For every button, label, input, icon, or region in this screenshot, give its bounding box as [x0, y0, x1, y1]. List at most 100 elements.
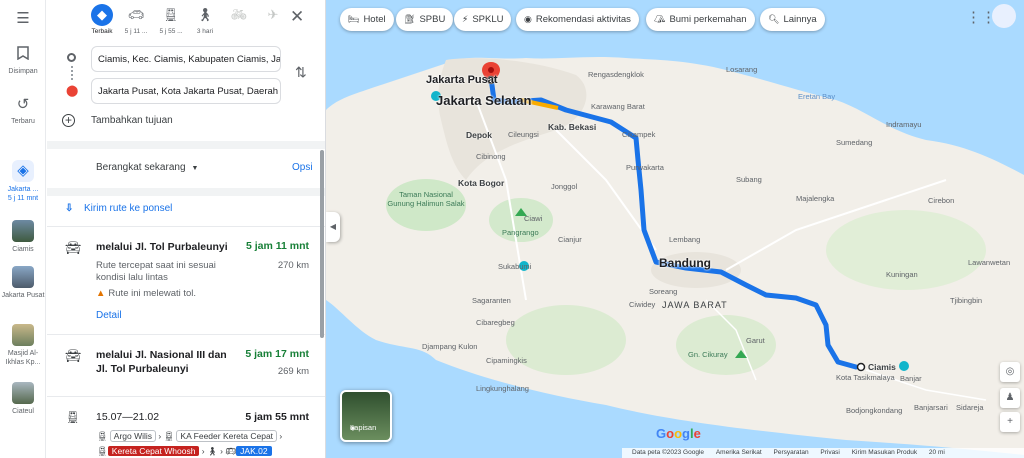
chip-gas[interactable]: ⛽︎ SPBU — [396, 8, 454, 31]
footer-scale[interactable]: 20 mi — [929, 449, 945, 456]
map-label: Bandung — [659, 256, 711, 270]
route-title: melalui Jl. Tol Purbaleunyi — [96, 241, 228, 253]
history-icon: ↺ — [16, 96, 30, 113]
map-label: Jakarta Pusat — [426, 74, 498, 86]
mode-transit[interactable]: 🚆︎ 5 j 55 ... — [154, 4, 188, 35]
saved-button[interactable]: Disimpan — [0, 46, 46, 76]
transit-option[interactable]: 🚆︎ 15.07—21.02 5 jam 55 mnt 🚆︎ Argo Wilis… — [47, 406, 325, 458]
map-label: Sukabumi — [498, 262, 532, 271]
mode-walk[interactable]: 🚶︎ 3 hari — [188, 4, 222, 35]
collapse-panel-button[interactable]: ◀ — [326, 212, 340, 242]
map-label: Pangrango — [502, 228, 539, 237]
transit-time: 15.07—21.02 — [96, 411, 160, 423]
layers-button[interactable]: ◈ Lapisan — [340, 390, 392, 442]
recent-item-jakarta[interactable]: Jakarta Pusat — [0, 266, 46, 300]
chip-campground[interactable]: ⛺︎ Bumi perkemahan — [646, 8, 755, 31]
route-distance: 270 km — [277, 260, 309, 271]
map-label: Bodjongkondang — [846, 406, 903, 415]
map-label: Majalengka — [796, 194, 835, 203]
train-icon: 🚆︎ — [162, 7, 180, 22]
footer-terms[interactable]: Persyaratan — [774, 449, 809, 456]
recent-item-active[interactable]: ◈ Jakarta ... 5 j 11 mnt — [0, 160, 46, 203]
destination-input[interactable]: Jakarta Pusat, Kota Jakarta Pusat, Daera… — [91, 78, 281, 104]
place-thumbnail — [12, 266, 34, 288]
map-label: Lembang — [669, 235, 701, 244]
route-dots — [71, 66, 73, 80]
divider — [47, 334, 325, 335]
map-label: JAWA BARAT — [662, 300, 728, 310]
map-label: Subang — [736, 175, 762, 184]
recent-label-2: Masjid Al-Ikhlas Kp... — [5, 350, 41, 366]
saved-label: Disimpan — [8, 68, 38, 75]
warning-icon: ▲ — [96, 288, 106, 299]
pegman-button[interactable]: ♟ — [1000, 388, 1020, 408]
active-sub: 5 j 11 mnt — [7, 195, 39, 202]
map-label: Sumedang — [836, 138, 873, 147]
footer-privacy[interactable]: Privasi — [820, 449, 840, 456]
chip-activities[interactable]: ◉ Rekomendasi aktivitas — [516, 8, 639, 31]
footer-feedback[interactable]: Kirim Masukan Produk — [852, 449, 917, 456]
depart-time-select[interactable]: Berangkat sekarang ▼ — [96, 162, 198, 173]
car-icon: 🚗︎ — [127, 7, 145, 22]
origin-input[interactable]: Ciamis, Kec. Ciamis, Kabupaten Ciamis, J… — [91, 46, 281, 72]
menu-button[interactable]: ☰ — [0, 10, 46, 31]
footer-copyright: Data peta ©2023 Google — [632, 449, 705, 456]
toll-warning: ▲ Rute ini melewati tol. — [96, 288, 197, 299]
chip-ev[interactable]: ⚡︎ SPKLU — [454, 8, 512, 31]
map-label: Kota Bogor — [458, 178, 505, 188]
options-button[interactable]: Opsi — [292, 162, 313, 173]
map-label: Cirebon — [928, 196, 955, 205]
chip-hotel[interactable]: 🛏︎ Hotel — [340, 8, 394, 31]
caret-down-icon: ▼ — [191, 165, 199, 172]
map-label: Jakarta Selatan — [436, 93, 532, 108]
phone-send-icon: ⇩ — [65, 203, 74, 214]
train-icon: 🚆︎ — [97, 431, 108, 441]
walk-icon: 🚶︎ — [196, 7, 214, 22]
my-location-button[interactable]: ◎ — [1000, 362, 1020, 382]
route-detail-link[interactable]: Detail — [96, 310, 122, 321]
map-graphic — [326, 0, 1024, 458]
footer-region[interactable]: Amerika Serikat — [716, 449, 762, 456]
scrollbar[interactable] — [320, 150, 324, 338]
map-label: Kota Tasikmalaya — [836, 373, 895, 382]
map-label: Gn. Cikuray — [688, 350, 728, 359]
directions-panel: ◆ Terbaik 🚗︎ 5 j 11 ... 🚆︎ 5 j 55 ... 🚶︎… — [47, 0, 326, 458]
swap-icon[interactable]: ⇅ — [295, 64, 307, 81]
map-label: Karawang Barat — [591, 102, 645, 111]
active-label: Jakarta ... — [7, 186, 39, 193]
recent-label-3: Ciateul — [12, 408, 34, 415]
recent-item-masjid[interactable]: Masjid Al-Ikhlas Kp... — [0, 324, 46, 367]
avatar[interactable] — [992, 4, 1016, 28]
mode-bicycle[interactable]: 🚲︎ — [222, 4, 256, 28]
mode-flight[interactable]: ✈︎ — [256, 4, 290, 28]
chip-more[interactable]: 🔍︎ Lainnya — [760, 8, 825, 31]
add-destination-button[interactable]: + Tambahkan tujuan — [62, 114, 173, 127]
transit-leg: 🚆︎ Kereta Cepat Whoosh › 🚶︎ › 🚌︎ JAK.02 — [97, 446, 272, 457]
map-label: Ciawi — [524, 214, 543, 223]
map-label: Sagaranten — [472, 296, 511, 305]
search-icon: 🔍︎ — [768, 14, 780, 24]
transit-duration: 5 jam 55 mnt — [245, 411, 309, 423]
zoom-in-button[interactable]: + — [1000, 412, 1020, 432]
bookmark-icon — [14, 46, 32, 64]
map-label: Djampang Kulon — [422, 342, 478, 351]
map-label: Jonggol — [551, 182, 578, 191]
car-icon: 🚘︎ — [65, 240, 82, 255]
bicycle-icon: 🚲︎ — [230, 7, 248, 22]
recent-button[interactable]: ↺ Terbaru — [0, 96, 46, 126]
close-icon[interactable]: ✕ — [290, 7, 304, 27]
route-distance: 269 km — [277, 366, 309, 377]
map-label: Cikampek — [622, 130, 656, 139]
directions-icon: ◈ — [12, 160, 34, 182]
recent-item-ciamis[interactable]: Ciamis — [0, 220, 46, 254]
map-label: Indramayu — [886, 120, 922, 129]
plus-icon: + — [1007, 416, 1013, 427]
send-to-phone-button[interactable]: ⇩ Kirim rute ke ponsel — [65, 203, 172, 214]
map-label: Losarang — [726, 65, 758, 74]
map-label: Sidareja — [956, 403, 984, 412]
recent-item-ciateul[interactable]: Ciateul — [0, 382, 46, 416]
mode-car[interactable]: 🚗︎ 5 j 11 ... — [119, 4, 153, 35]
location-icon: ◎ — [1005, 366, 1015, 377]
mode-best[interactable]: ◆ Terbaik — [85, 4, 119, 35]
map-canvas[interactable]: Jakarta Pusat Jakarta Selatan Depok Kota… — [326, 0, 1024, 458]
